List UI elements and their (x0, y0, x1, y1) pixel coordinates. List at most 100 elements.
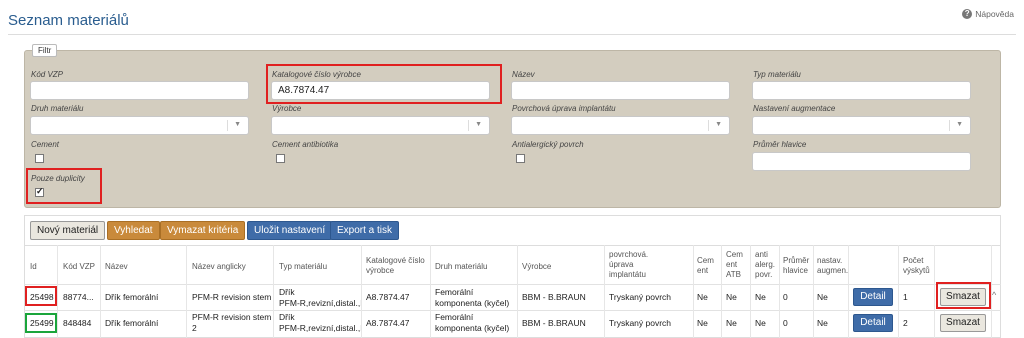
header-line: výrobce (366, 266, 395, 275)
nastaveni-augmentace-label: Nastavení augmentace (753, 104, 836, 113)
col-divider (750, 245, 751, 338)
row-povrch: Tryskaný povrch (609, 318, 672, 328)
cell-line: Dřík (279, 287, 295, 297)
row-nazev-anglicky: PFM-R revision stem 2 (192, 312, 271, 334)
detail-button[interactable]: Detail (853, 288, 893, 306)
col-header-prumer[interactable]: Průměr hlavice (783, 256, 809, 276)
save-settings-button[interactable]: Uložit nastavení (247, 221, 333, 240)
col-header-pocet[interactable]: Počet výskytů (903, 256, 930, 276)
chevron-down-icon: ▼ (475, 121, 482, 128)
col-header-typ-materialu[interactable]: Typ materiálu (279, 262, 327, 272)
row-prumer: 0 (783, 292, 788, 302)
select-separator (708, 120, 709, 131)
help-link[interactable]: ? Nápověda (962, 9, 1014, 19)
header-line: úprava (609, 260, 634, 269)
typ-materialu-label: Typ materiálu (753, 70, 801, 79)
row-pocet: 1 (903, 292, 908, 302)
row-kod-vzp: 848484 (63, 318, 92, 328)
povrchova-uprava-label: Povrchová úprava implantátu (512, 104, 616, 113)
row-pocet: 2 (903, 318, 908, 328)
row-katalog: A8.7874.47 (366, 318, 410, 328)
prumer-hlavice-input[interactable] (752, 152, 971, 171)
header-line: augmen. (817, 266, 849, 275)
header-line: nastav. (817, 256, 843, 265)
header-line: implantátu (609, 270, 646, 279)
col-header-antialerg[interactable]: anti alerg. povr. (755, 250, 775, 280)
col-header-nazev-anglicky[interactable]: Název anglicky (192, 262, 246, 272)
col-header-vyrobce[interactable]: Výrobce (522, 262, 551, 272)
nazev-input[interactable] (511, 81, 730, 100)
chevron-down-icon: ▼ (956, 121, 963, 128)
highlight-delete-button (936, 282, 991, 309)
kod-vzp-label: Kód VZP (31, 70, 64, 79)
highlight-row-id-green (25, 313, 57, 333)
druh-materialu-select[interactable]: ▼ (30, 116, 249, 135)
select-separator (949, 120, 950, 131)
col-divider (779, 245, 780, 338)
col-divider (186, 245, 187, 338)
search-button[interactable]: Vyhledat (107, 221, 160, 240)
header-line: alerg. (755, 260, 776, 269)
select-separator (468, 120, 469, 131)
page-title: Seznam materiálů (8, 12, 129, 29)
detail-button[interactable]: Detail (853, 314, 893, 332)
row-cement: Ne (697, 292, 708, 302)
export-print-button[interactable]: Export a tisk (330, 221, 400, 240)
delete-button[interactable]: Smazat (940, 314, 986, 332)
col-header-druh[interactable]: Druh materiálu (435, 262, 487, 272)
col-header-cement-atb[interactable]: Cem ent ATB (726, 250, 743, 280)
kod-vzp-input[interactable] (30, 81, 249, 100)
help-icon: ? (962, 9, 973, 19)
typ-materialu-input[interactable] (752, 81, 971, 100)
povrchova-uprava-select[interactable]: ▼ (511, 116, 730, 135)
cell-line: komponenta (kyčel) (435, 298, 510, 308)
table-row-divider (24, 310, 1001, 311)
header-line: Průměr (783, 256, 810, 265)
col-header-katalogove[interactable]: Katalogové číslo výrobce (366, 256, 425, 276)
col-header-kod-vzp[interactable]: Kód VZP (63, 262, 95, 272)
header-line: výskytů (903, 266, 930, 275)
col-divider (813, 245, 814, 338)
header-line: ent (697, 266, 709, 275)
row-antialerg: Ne (755, 318, 766, 328)
antialergicky-povrch-checkbox[interactable] (516, 154, 525, 163)
col-header-cement[interactable]: Cem ent (697, 256, 714, 276)
cell-line: PFM-R revision stem (192, 312, 272, 322)
col-header-nazev[interactable]: Název (105, 262, 128, 272)
row-cement: Ne (697, 318, 708, 328)
cement-label: Cement (31, 140, 60, 149)
header-line: Katalogové číslo (366, 256, 425, 265)
col-header-id[interactable]: Id (30, 262, 37, 272)
cement-checkbox[interactable] (35, 154, 44, 163)
row-prumer: 0 (783, 318, 788, 328)
row-nastav: Ne (817, 292, 828, 302)
help-label: Nápověda (975, 9, 1014, 19)
title-divider (8, 34, 1016, 35)
new-material-button[interactable]: Nový materiál (30, 221, 106, 240)
cement-antibiotika-checkbox[interactable] (276, 154, 285, 163)
clear-criteria-button[interactable]: Vymazat kritéria (160, 221, 246, 240)
chevron-up-icon[interactable]: ^ (992, 290, 996, 300)
col-header-nastav[interactable]: nastav. augmen. (817, 256, 848, 276)
col-divider (898, 245, 899, 338)
cell-line: PFM-R,revizní,distal.,L1 (279, 323, 361, 333)
col-divider (934, 245, 935, 338)
header-line: Cem (697, 256, 714, 265)
header-line: Počet (903, 256, 924, 265)
col-divider (57, 245, 58, 338)
vyrobce-select[interactable]: ▼ (271, 116, 490, 135)
row-povrch: Tryskaný povrch (609, 292, 672, 302)
col-divider (430, 245, 431, 338)
vyrobce-label: Výrobce (272, 104, 302, 113)
col-divider (604, 245, 605, 338)
header-line: ATB (726, 270, 741, 279)
cell-line: Dřík (279, 312, 295, 322)
cell-line: Femorální (435, 312, 474, 322)
col-divider (721, 245, 722, 338)
select-separator (227, 120, 228, 131)
col-header-povrch[interactable]: povrchová. úprava implantátu (609, 250, 648, 280)
row-druh: Femorální komponenta (kyčel) (435, 287, 509, 309)
header-line: anti (755, 250, 768, 259)
nastaveni-augmentace-select[interactable]: ▼ (752, 116, 971, 135)
row-nazev: Dřík femorální (105, 292, 159, 302)
